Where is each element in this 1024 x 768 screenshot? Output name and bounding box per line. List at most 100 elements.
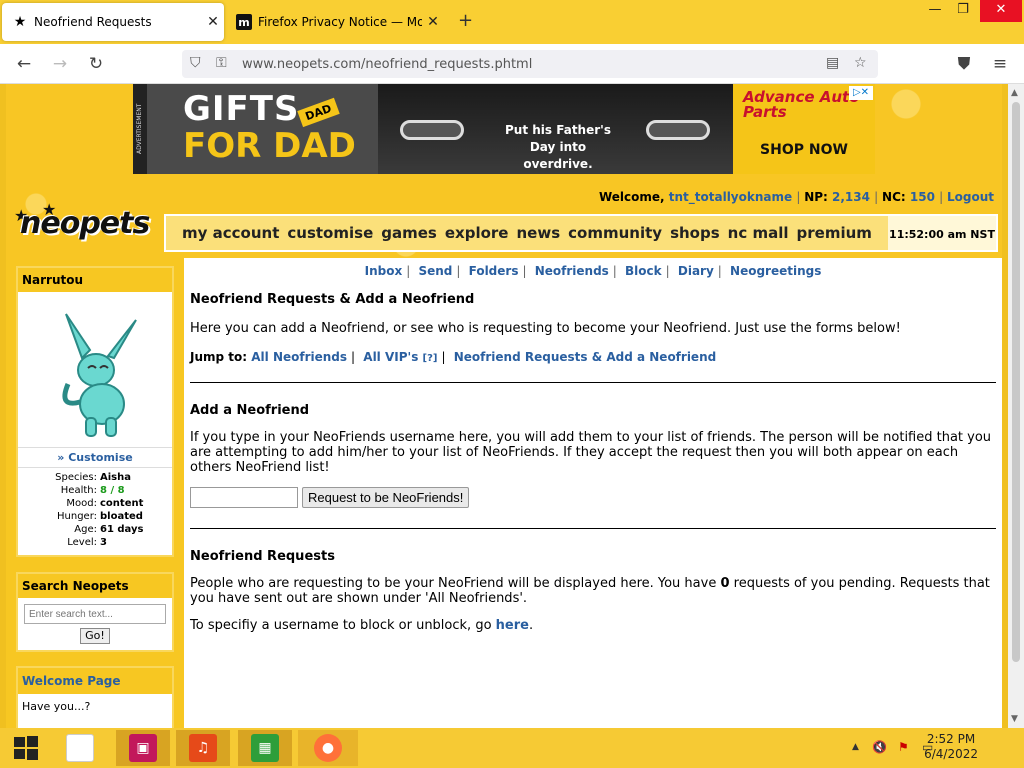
neopets-logo[interactable]: ★ ★ neopets — [12, 200, 160, 244]
username-input[interactable] — [190, 487, 298, 508]
tab-title: Neofriend Requests — [34, 15, 152, 29]
search-go-button[interactable]: Go! — [80, 628, 110, 644]
star-icon: ★ — [13, 14, 27, 30]
vip-help-link[interactable]: [?] — [423, 353, 438, 364]
nav-customise[interactable]: customise — [287, 224, 373, 242]
volume-muted-icon[interactable]: 🔇 — [872, 740, 887, 754]
advertisement-banner[interactable]: ADVERTISEMENT GIFTS DAD FOR DAD Put his … — [133, 84, 875, 174]
new-tab-button[interactable]: + — [458, 10, 473, 31]
stat-value: bloated — [100, 511, 143, 522]
nav-neogreetings[interactable]: Neogreetings — [730, 264, 821, 278]
shield-icon[interactable]: ⛉ — [190, 55, 201, 71]
media-icon: ▣ — [129, 734, 157, 762]
scroll-thumb[interactable] — [1012, 102, 1020, 662]
stat-label: Hunger: — [57, 511, 97, 522]
start-button[interactable] — [8, 730, 44, 766]
url-text[interactable]: www.neopets.com/neofriend_requests.phtml — [242, 57, 532, 72]
requests-text-1: People who are requesting to be your Neo… — [190, 576, 717, 591]
nav-premium[interactable]: premium — [797, 224, 872, 242]
customise-link[interactable]: » Customise — [18, 448, 172, 468]
forward-icon[interactable]: → — [48, 52, 72, 76]
nc-value[interactable]: 150 — [910, 190, 935, 204]
tab-neofriend-requests[interactable]: ★ Neofriend Requests ✕ — [2, 3, 224, 41]
nav-shops[interactable]: shops — [670, 224, 720, 242]
block-text: To specifiy a username to block or unblo… — [190, 618, 996, 633]
tray-chevron-icon[interactable]: ▲ — [852, 742, 859, 752]
welcome-panel: Welcome Page Have you...? — [16, 666, 174, 728]
stat-label: Mood: — [66, 498, 97, 509]
nav-my-account[interactable]: my account — [182, 224, 279, 242]
taskbar-app-audio[interactable]: ♫ — [176, 730, 230, 766]
maximize-button[interactable]: ❐ — [946, 0, 980, 22]
nav-inbox[interactable]: Inbox — [365, 264, 403, 278]
search-input[interactable] — [24, 604, 166, 624]
nav-folders[interactable]: Folders — [469, 264, 519, 278]
pocket-icon[interactable]: ⛊ — [952, 52, 976, 76]
request-neofriend-button[interactable]: Request to be NeoFriends! — [302, 487, 470, 508]
tab-firefox-privacy[interactable]: m Firefox Privacy Notice — Mozilla ✕ — [230, 3, 444, 41]
block-text-1: To specifiy a username to block or unblo… — [190, 618, 492, 633]
pet-name[interactable]: Narrutou — [18, 268, 172, 292]
scroll-up-icon[interactable]: ▲ — [1011, 88, 1018, 98]
scroll-down-icon[interactable]: ▼ — [1011, 714, 1018, 724]
back-icon[interactable]: ← — [12, 52, 36, 76]
nav-news[interactable]: news — [517, 224, 561, 242]
divider — [190, 528, 996, 529]
block-text-end: . — [528, 618, 534, 633]
stat-label: Health: — [60, 485, 97, 496]
site-header: ADVERTISEMENT GIFTS DAD FOR DAD Put his … — [6, 84, 1002, 260]
taskbar-app-media[interactable]: ▣ — [116, 730, 170, 766]
page-scrollbar[interactable]: ▲ ▼ — [1008, 84, 1024, 728]
nav-send[interactable]: Send — [418, 264, 452, 278]
reload-icon[interactable]: ↻ — [84, 52, 108, 76]
headphones-icon: ♫ — [189, 734, 217, 762]
file-explorer-button[interactable] — [62, 730, 98, 766]
username-link[interactable]: tnt_totallyokname — [669, 190, 792, 204]
main-content: Inbox | Send | Folders | Neofriends | Block |… — [184, 258, 1002, 728]
jump-requests[interactable]: Neofriend Requests & Add a Neofriend — [454, 350, 717, 364]
lock-icon[interactable]: ⚿ — [216, 55, 227, 71]
np-value[interactable]: 2,134 — [832, 190, 870, 204]
ad-headline-1: GIFTS — [183, 89, 300, 129]
np-label: NP: — [804, 190, 828, 204]
logout-link[interactable]: Logout — [947, 190, 994, 204]
divider — [190, 382, 996, 383]
block-here-link[interactable]: here — [496, 618, 529, 633]
menu-icon[interactable]: ≡ — [988, 52, 1012, 76]
ad-dad-tag: DAD — [297, 97, 340, 128]
address-bar[interactable]: ⛉ ⚿ www.neopets.com/neofriend_requests.p… — [182, 50, 878, 78]
requests-text: People who are requesting to be your Neo… — [190, 576, 996, 606]
nav-nc-mall[interactable]: nc mall — [728, 224, 789, 242]
close-window-button[interactable]: ✕ — [980, 0, 1022, 22]
document-icon — [66, 734, 94, 762]
taskbar-firefox[interactable]: ● — [298, 730, 358, 766]
jump-all-neofriends[interactable]: All Neofriends — [251, 350, 347, 364]
nav-games[interactable]: games — [381, 224, 437, 242]
system-clock[interactable]: 2:52 PM 6/4/2022 — [924, 732, 978, 762]
jump-label: Jump to: — [190, 350, 248, 364]
reader-view-icon[interactable]: ▤ — [826, 55, 839, 71]
clock-date: 6/4/2022 — [924, 747, 978, 761]
taskbar-app-store[interactable]: ▦ — [238, 730, 292, 766]
close-tab-icon[interactable]: ✕ — [202, 14, 224, 30]
welcome-page-link[interactable]: Welcome Page — [18, 668, 172, 694]
ad-shop-now[interactable]: SHOP NOW — [733, 142, 875, 158]
nav-explore[interactable]: explore — [445, 224, 509, 242]
mozilla-icon: m — [236, 14, 252, 30]
navigation-toolbar: ← → ↻ ⛉ ⚿ www.neopets.com/neofriend_requ… — [0, 44, 1024, 84]
nav-block[interactable]: Block — [625, 264, 662, 278]
welcome-label: Welcome, — [598, 190, 665, 204]
stat-label: Level: — [67, 537, 97, 548]
windows-taskbar: ▣ ♫ ▦ ● ▲ 🔇 ⚑ ▭ 2:52 PM 6/4/2022 — [0, 728, 1024, 768]
pet-image[interactable] — [18, 292, 172, 448]
jump-all-vips[interactable]: All VIP's — [363, 350, 418, 364]
have-you-text: Have you...? — [22, 700, 91, 713]
bookmark-star-icon[interactable]: ☆ — [854, 55, 867, 71]
ad-close-icon[interactable]: ▷✕ — [849, 86, 873, 100]
headlight-right — [646, 120, 710, 140]
network-error-icon[interactable]: ⚑ — [898, 740, 909, 754]
nav-neofriends[interactable]: Neofriends — [535, 264, 609, 278]
close-tab-icon[interactable]: ✕ — [422, 14, 444, 30]
nav-community[interactable]: community — [568, 224, 662, 242]
nav-diary[interactable]: Diary — [678, 264, 714, 278]
